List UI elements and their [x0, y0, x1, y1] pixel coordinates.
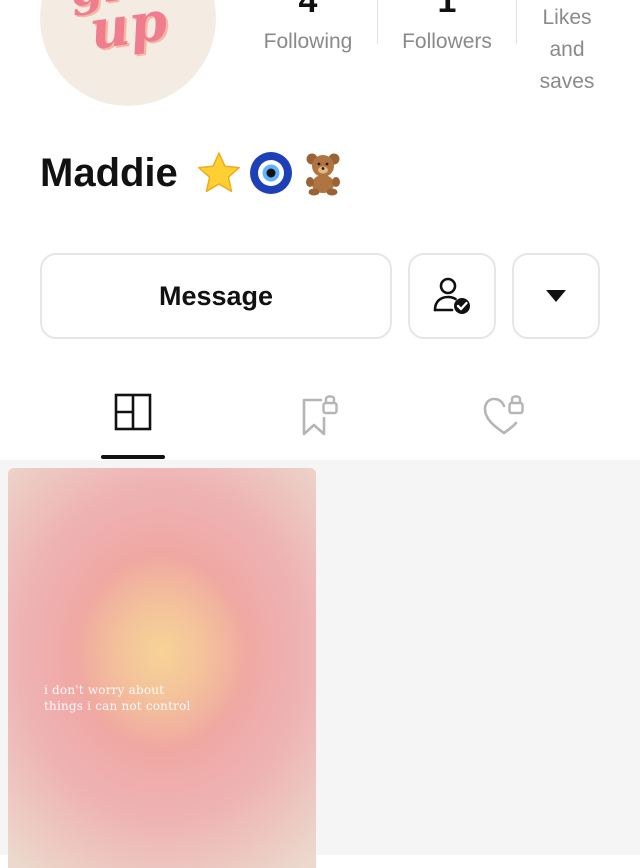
likes-label-line3: saves — [539, 70, 595, 93]
teddy-bear-emoji-icon — [305, 153, 340, 196]
bookmark-lock-icon — [302, 395, 338, 436]
grid-icon — [114, 393, 152, 431]
posts-grid: i don't worry about things i can not con… — [0, 460, 640, 868]
likes-label-line2: and — [549, 38, 585, 61]
display-name-text: Maddie — [40, 150, 178, 195]
more-options-button[interactable] — [512, 253, 600, 339]
tab-liked[interactable] — [474, 392, 538, 442]
heart-lock-icon — [483, 395, 524, 435]
stat-divider — [377, 0, 378, 44]
post-quote-text: i don't worry about things i can not con… — [44, 682, 264, 714]
caret-down-icon — [546, 290, 566, 302]
stat-followers[interactable]: 1 Followers — [387, 0, 507, 54]
active-tab-indicator — [101, 455, 165, 459]
following-status-button[interactable] — [408, 253, 496, 339]
message-button[interactable]: Message — [40, 253, 392, 339]
stat-likes-and-saves[interactable]: Likes and saves — [526, 2, 608, 98]
avatar-artwork: give up — [54, 0, 203, 62]
post-quote-line2: things i can not control — [44, 699, 191, 713]
display-name: Maddie — [40, 150, 346, 196]
following-label: Following — [263, 30, 353, 53]
profile-avatar[interactable]: give up — [40, 0, 216, 106]
likes-label-line1: Likes — [542, 6, 592, 29]
post-quote-line1: i don't worry about — [44, 683, 165, 697]
nazar-amulet-emoji-icon — [249, 152, 292, 194]
tab-posts[interactable] — [101, 392, 165, 442]
tab-saved[interactable] — [288, 392, 352, 442]
followers-label: Followers — [402, 30, 492, 53]
followers-count: 1 — [437, 0, 457, 20]
stat-divider — [516, 0, 517, 44]
stat-following[interactable]: 4 Following — [248, 0, 368, 54]
post-thumbnail[interactable]: i don't worry about things i can not con… — [8, 468, 316, 868]
following-count: 4 — [298, 0, 318, 20]
star-emoji-icon — [197, 152, 240, 193]
user-check-icon — [433, 277, 470, 314]
message-button-label: Message — [158, 280, 274, 311]
